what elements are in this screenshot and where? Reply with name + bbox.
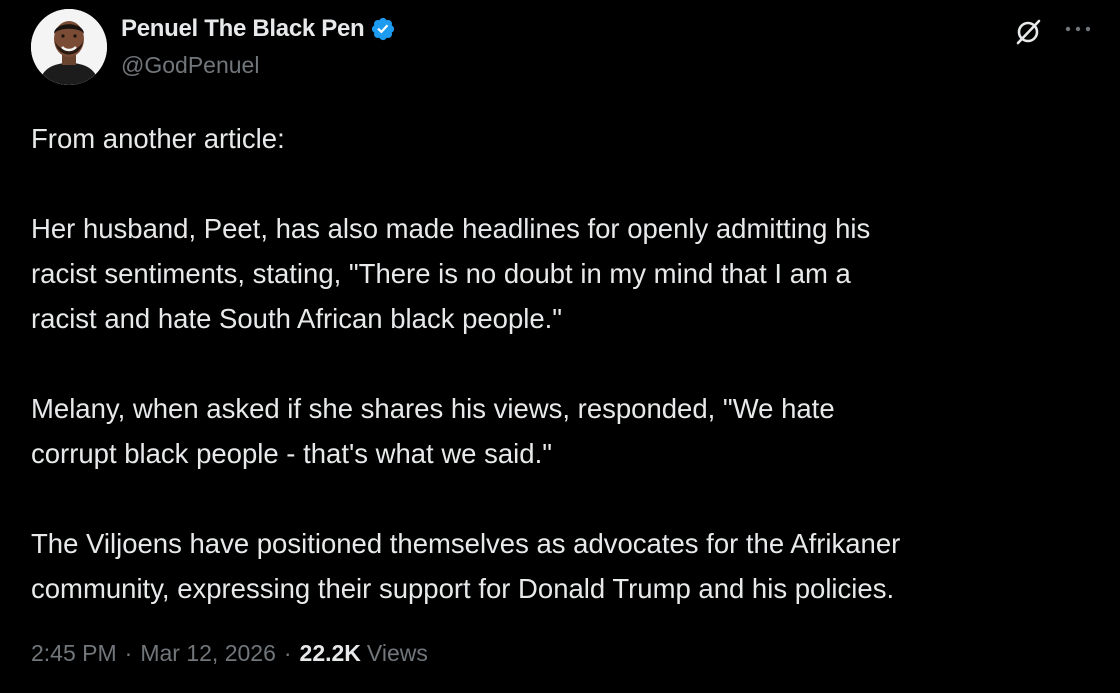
tweet-paragraph: From another article:	[31, 123, 285, 154]
author-avatar[interactable]	[31, 9, 107, 85]
views-count: 22.2K	[299, 640, 361, 666]
verified-badge-icon[interactable]	[370, 16, 396, 42]
avatar-image	[31, 9, 107, 85]
grok-icon	[1016, 19, 1041, 45]
views-label: Views	[366, 640, 428, 666]
tweet-time[interactable]: 2:45 PM	[31, 640, 117, 667]
meta-separator: ·	[124, 640, 133, 666]
tweet-paragraph: Her husband, Peet, has also made headlin…	[31, 213, 871, 334]
meta-separator: ·	[283, 640, 292, 666]
tweet-paragraph: Melany, when asked if she shares his vie…	[31, 393, 835, 469]
more-icon	[1065, 26, 1091, 32]
author-info: Penuel The Black Pen @GodPenuel	[121, 12, 396, 79]
tweet-card: Penuel The Black Pen @GodPenuel From ano…	[0, 0, 1120, 693]
tweet-paragraph: The Viljoens have positioned themselves …	[31, 528, 901, 604]
author-display-name[interactable]: Penuel The Black Pen	[121, 15, 365, 43]
grok-button[interactable]	[1009, 13, 1047, 51]
author-handle[interactable]: @GodPenuel	[121, 52, 396, 79]
tweet-date[interactable]: Mar 12, 2026	[140, 640, 276, 667]
author-name-row: Penuel The Black Pen	[121, 12, 396, 46]
more-options-button[interactable]	[1058, 13, 1098, 45]
tweet-text: From another article: Her husband, Peet,…	[31, 116, 1101, 611]
tweet-meta: 2:45 PM · Mar 12, 2026 · 22.2K Views	[31, 640, 428, 667]
